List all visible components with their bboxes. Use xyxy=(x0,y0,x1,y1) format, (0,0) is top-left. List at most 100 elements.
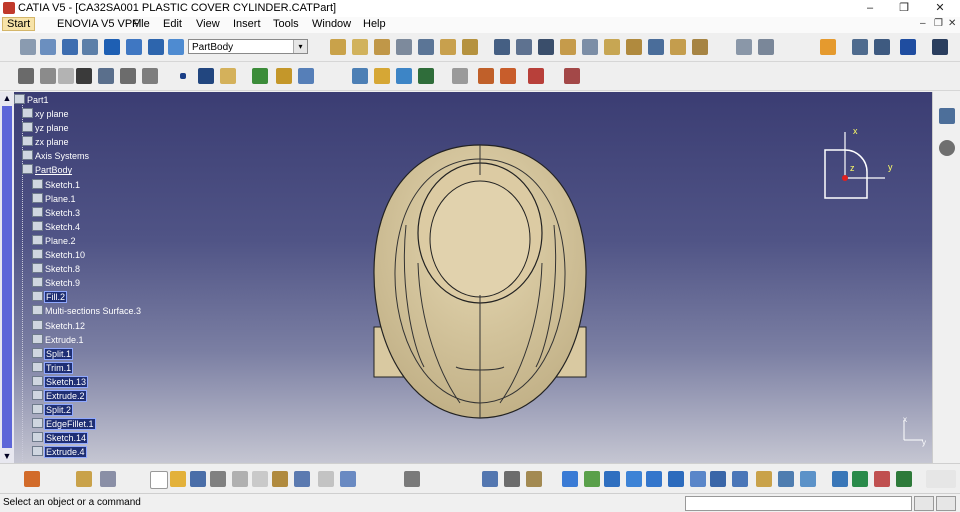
add-icon[interactable] xyxy=(478,68,494,84)
compass-widget[interactable]: x y z xyxy=(820,120,910,210)
render-style-icon[interactable] xyxy=(732,471,748,487)
tree-item[interactable]: Split.2 xyxy=(32,404,74,417)
shell-icon[interactable] xyxy=(560,39,576,55)
thick-surface-icon[interactable] xyxy=(670,39,686,55)
pan-icon[interactable] xyxy=(562,471,578,487)
open-icon[interactable] xyxy=(170,471,186,487)
revolve-icon[interactable] xyxy=(276,68,292,84)
pad-icon[interactable] xyxy=(330,39,346,55)
reaction-icon[interactable] xyxy=(120,68,136,84)
close-button[interactable]: ✕ xyxy=(926,1,954,15)
menu-help[interactable]: Help xyxy=(363,18,386,30)
tree-root[interactable]: Part1 xyxy=(14,94,49,107)
law-icon[interactable] xyxy=(58,68,74,84)
check-icon[interactable] xyxy=(98,68,114,84)
rule-icon[interactable] xyxy=(142,68,158,84)
mirror-icon[interactable] xyxy=(736,39,752,55)
close-surface-icon[interactable] xyxy=(692,39,708,55)
tree-item[interactable]: Sketch.9 xyxy=(32,277,80,290)
menu-insert[interactable]: Insert xyxy=(233,18,261,30)
iso-view-icon[interactable] xyxy=(690,471,706,487)
healing-icon[interactable] xyxy=(374,68,390,84)
plane-icon[interactable] xyxy=(220,68,236,84)
menu-enovia[interactable]: ENOVIA V5 VPM xyxy=(57,18,141,30)
rib-icon[interactable] xyxy=(440,39,456,55)
scroll-thumb[interactable] xyxy=(2,106,12,448)
sketch-tools-icon[interactable] xyxy=(939,108,955,124)
tree-item[interactable]: Sketch.13 xyxy=(32,375,89,389)
tree-item[interactable]: yz plane xyxy=(22,122,69,135)
apply-material-icon[interactable] xyxy=(832,471,848,487)
menu-view[interactable]: View xyxy=(196,18,220,30)
tree-item[interactable]: Plane.1 xyxy=(32,192,76,206)
tree-item[interactable]: Extrude.4 xyxy=(32,446,87,459)
grid-icon[interactable] xyxy=(900,39,916,55)
update-icon[interactable] xyxy=(20,39,36,55)
minimize-button[interactable]: – xyxy=(856,1,884,15)
thickness-icon[interactable] xyxy=(582,39,598,55)
tree-item[interactable]: Plane.2 xyxy=(32,234,76,248)
normal-view-icon[interactable] xyxy=(668,471,684,487)
draft-icon[interactable] xyxy=(538,39,554,55)
whats-this-icon[interactable] xyxy=(340,471,356,487)
tree-item[interactable]: Extrude.2 xyxy=(32,390,87,403)
fly-mode-icon[interactable] xyxy=(482,471,498,487)
analysis-icon[interactable] xyxy=(852,471,868,487)
rotate-icon[interactable] xyxy=(584,471,600,487)
workbench-icon[interactable] xyxy=(24,471,40,487)
doc-close-button[interactable]: ✕ xyxy=(948,18,956,29)
cut-icon[interactable] xyxy=(232,471,248,487)
material-icon[interactable] xyxy=(564,68,580,84)
translate-icon[interactable] xyxy=(396,68,412,84)
remove-icon[interactable] xyxy=(500,68,516,84)
tree-item[interactable]: Sketch.10 xyxy=(32,249,85,262)
tree-item[interactable]: Split.1 xyxy=(32,347,74,361)
knowledge-icon[interactable] xyxy=(40,68,56,84)
tree-item[interactable]: Sketch.14 xyxy=(32,432,89,445)
paste-icon[interactable] xyxy=(272,471,288,487)
tree-item[interactable]: Multi-sections Surface.3 xyxy=(32,305,141,318)
tree-item[interactable]: Sketch.3 xyxy=(32,206,80,220)
gear-icon[interactable] xyxy=(939,140,955,156)
menu-start[interactable]: Start xyxy=(2,17,36,31)
table-icon[interactable] xyxy=(76,68,92,84)
multi-view-icon[interactable] xyxy=(710,471,726,487)
chevron-down-icon[interactable]: ▾ xyxy=(293,40,307,53)
menu-edit[interactable]: Edit xyxy=(163,18,182,30)
pocket-icon[interactable] xyxy=(352,39,368,55)
body-icon[interactable] xyxy=(148,39,164,55)
menu-tools[interactable]: Tools xyxy=(273,18,299,30)
tree-item[interactable]: Fill.2 xyxy=(32,291,68,304)
fit-all-icon[interactable] xyxy=(504,471,520,487)
command-power-button[interactable] xyxy=(936,496,956,511)
tree-item[interactable]: Extrude.1 xyxy=(32,333,84,347)
remove-face-icon[interactable] xyxy=(626,39,642,55)
thread-icon[interactable] xyxy=(604,39,620,55)
command-history-button[interactable] xyxy=(914,496,934,511)
save-icon[interactable] xyxy=(190,471,206,487)
command-input[interactable] xyxy=(685,496,912,511)
point-icon[interactable] xyxy=(180,73,186,79)
annotation-icon[interactable] xyxy=(100,471,116,487)
new-icon[interactable] xyxy=(150,471,168,489)
extrude-surface-icon[interactable] xyxy=(252,68,268,84)
sketcher-icon[interactable] xyxy=(40,39,56,55)
tree-item[interactable]: Sketch.1 xyxy=(32,178,80,192)
undo-icon[interactable] xyxy=(294,471,310,487)
copy-icon[interactable] xyxy=(252,471,268,487)
slot-icon[interactable] xyxy=(462,39,478,55)
zoom-out-icon[interactable] xyxy=(646,471,662,487)
zoom-in-icon[interactable] xyxy=(626,471,642,487)
tree-item[interactable]: Sketch.4 xyxy=(32,220,80,234)
tree-item[interactable]: Axis Systems xyxy=(22,150,89,163)
select-arrow-icon[interactable] xyxy=(820,39,836,55)
tree-item[interactable]: Trim.1 xyxy=(32,361,74,375)
split-icon[interactable] xyxy=(648,39,664,55)
plastic-cover-model[interactable] xyxy=(360,135,600,425)
current-body-select[interactable]: PartBody ▾ xyxy=(188,39,308,54)
tree-item[interactable]: xy plane xyxy=(22,108,69,121)
menu-window[interactable]: Window xyxy=(312,18,351,30)
pattern-icon[interactable] xyxy=(758,39,774,55)
units-icon[interactable] xyxy=(82,39,98,55)
join-icon[interactable] xyxy=(352,68,368,84)
